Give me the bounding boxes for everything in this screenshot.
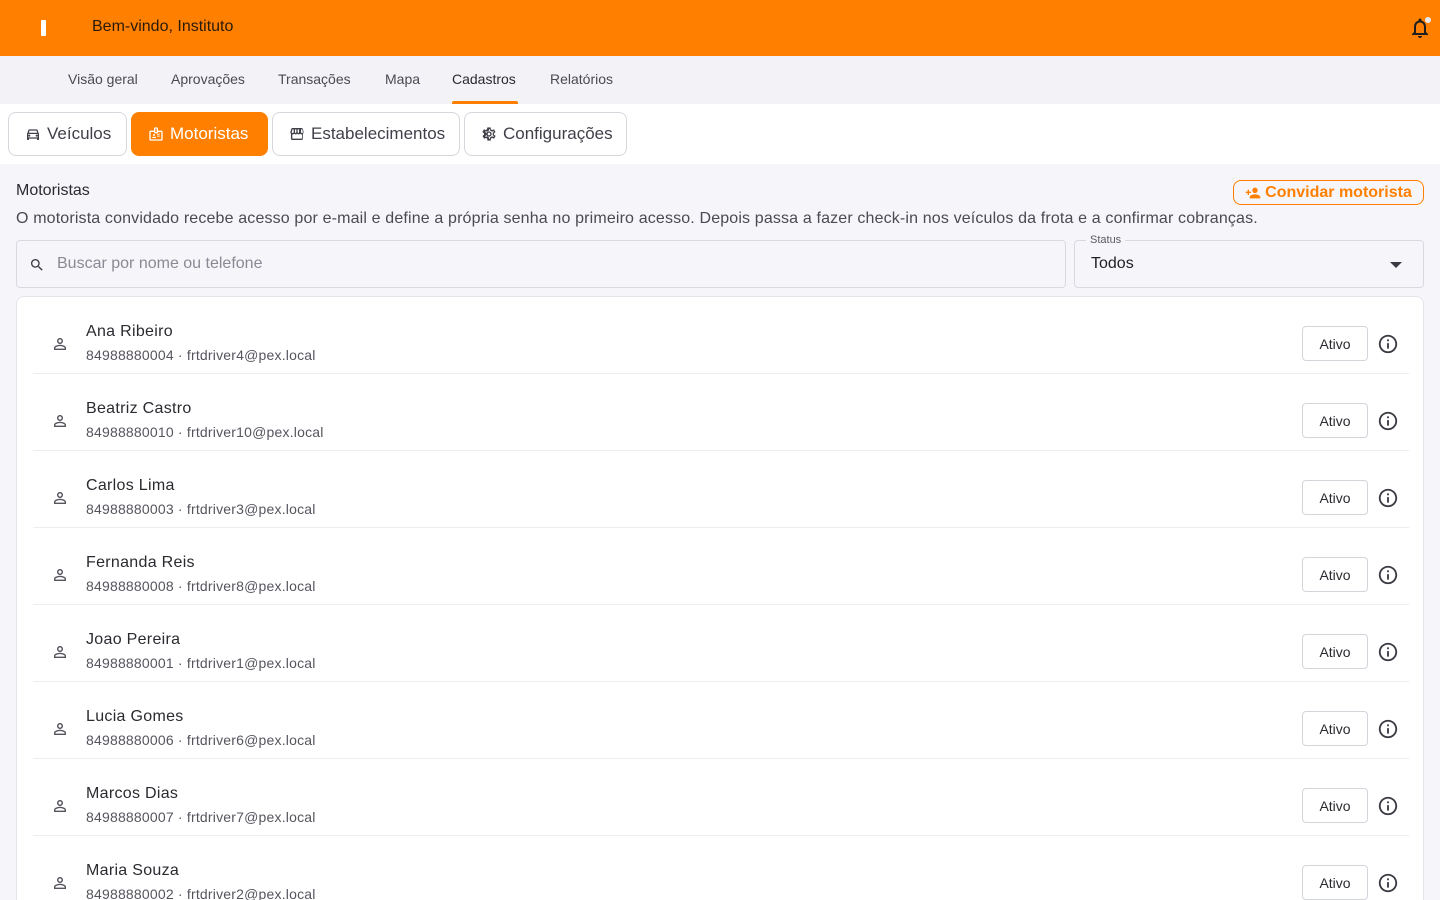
person-add-icon (1245, 187, 1261, 198)
info-icon[interactable] (1377, 487, 1399, 509)
info-icon[interactable] (1377, 641, 1399, 663)
invite-driver-button[interactable]: Convidar motorista (1233, 180, 1424, 205)
driver-row[interactable]: Lucia Gomes 84988880006 · frtdriver6@pex… (33, 682, 1409, 759)
person-icon (54, 415, 66, 427)
driver-status-button[interactable]: Ativo (1302, 711, 1368, 746)
driver-status-button[interactable]: Ativo (1302, 557, 1368, 592)
car-icon (27, 129, 39, 140)
person-icon (54, 646, 66, 658)
nav-item-cadastros[interactable]: Cadastros (452, 71, 516, 87)
person-icon (54, 492, 66, 504)
welcome-text: Bem-vindo, Instituto (92, 18, 234, 35)
status-filter-select[interactable]: Status Todos (1074, 234, 1424, 288)
info-icon[interactable] (1377, 718, 1399, 740)
driver-contact: 84988880010 · frtdriver10@pex.local (86, 424, 324, 440)
status-filter-label: Status (1086, 234, 1126, 246)
driver-contact: 84988880001 · frtdriver1@pex.local (86, 655, 316, 671)
nav-item-mapa[interactable]: Mapa (385, 71, 420, 87)
info-icon[interactable] (1377, 410, 1399, 432)
driver-name: Joao Pereira (86, 631, 181, 648)
tab-configuracoes[interactable]: Configurações (464, 112, 627, 156)
driver-name: Ana Ribeiro (86, 323, 173, 340)
driver-contact: 84988880003 · frtdriver3@pex.local (86, 501, 316, 517)
app-bar: Bem-vindo, Instituto (0, 0, 1440, 56)
info-icon[interactable] (1377, 564, 1399, 586)
driver-contact: 84988880007 · frtdriver7@pex.local (86, 809, 316, 825)
driver-contact: 84988880008 · frtdriver8@pex.local (86, 578, 316, 594)
section-title: Motoristas (16, 182, 90, 199)
person-icon (54, 569, 66, 581)
info-icon[interactable] (1377, 795, 1399, 817)
subtab-bar: Veículos Motoristas Estabelecimentos Con… (0, 104, 1440, 164)
nav-item-visao-geral[interactable]: Visão geral (68, 71, 138, 87)
chevron-down-icon (1390, 262, 1402, 268)
driver-row[interactable]: Beatriz Castro 84988880010 · frtdriver10… (33, 374, 1409, 451)
person-icon (54, 800, 66, 812)
driver-status-button[interactable]: Ativo (1302, 865, 1368, 900)
invite-driver-label: Convidar motorista (1265, 183, 1412, 201)
person-icon (54, 877, 66, 889)
nav-item-aprovacoes[interactable]: Aprovações (171, 71, 245, 87)
status-filter-value: Todos (1091, 255, 1134, 272)
driver-list: Ana Ribeiro 84988880004 · frtdriver4@pex… (16, 296, 1424, 900)
section-description: O motorista convidado recebe acesso por … (16, 210, 1258, 227)
driver-status-button[interactable]: Ativo (1302, 480, 1368, 515)
search-icon (31, 259, 43, 271)
bell-icon[interactable] (1408, 16, 1432, 40)
driver-row[interactable]: Carlos Lima 84988880003 · frtdriver3@pex… (33, 451, 1409, 528)
driver-name: Lucia Gomes (86, 708, 184, 725)
driver-status-button[interactable]: Ativo (1302, 326, 1368, 361)
driver-row[interactable]: Marcos Dias 84988880007 · frtdriver7@pex… (33, 759, 1409, 836)
info-icon[interactable] (1377, 872, 1399, 894)
app-logo (41, 20, 46, 36)
main-nav: Visão geral Aprovações Transações Mapa C… (0, 56, 1440, 104)
tab-motoristas[interactable]: Motoristas (131, 112, 268, 156)
driver-contact: 84988880004 · frtdriver4@pex.local (86, 347, 316, 363)
tab-estabelecimentos[interactable]: Estabelecimentos (272, 112, 460, 156)
nav-item-relatorios[interactable]: Relatórios (550, 71, 613, 87)
person-icon (54, 338, 66, 350)
driver-contact: 84988880006 · frtdriver6@pex.local (86, 732, 316, 748)
driver-row[interactable]: Fernanda Reis 84988880008 · frtdriver8@p… (33, 528, 1409, 605)
driver-badge-icon (149, 127, 163, 141)
driver-row[interactable]: Ana Ribeiro 84988880004 · frtdriver4@pex… (33, 297, 1409, 374)
driver-contact: 84988880002 · frtdriver2@pex.local (86, 886, 316, 900)
info-icon[interactable] (1377, 333, 1399, 355)
notification-dot (1424, 16, 1432, 24)
search-field (16, 240, 1066, 288)
gear-icon (482, 127, 496, 141)
tab-label: Veículos (47, 124, 112, 143)
tab-label: Configurações (503, 124, 613, 143)
driver-row[interactable]: Joao Pereira 84988880001 · frtdriver1@pe… (33, 605, 1409, 682)
driver-status-button[interactable]: Ativo (1302, 634, 1368, 669)
driver-name: Marcos Dias (86, 785, 179, 802)
driver-name: Carlos Lima (86, 477, 175, 494)
driver-name: Maria Souza (86, 862, 180, 879)
driver-status-button[interactable]: Ativo (1302, 788, 1368, 823)
driver-name: Beatriz Castro (86, 400, 192, 417)
tab-label: Estabelecimentos (311, 124, 446, 143)
tab-veiculos[interactable]: Veículos (8, 112, 127, 156)
driver-row[interactable]: Maria Souza 84988880002 · frtdriver2@pex… (33, 836, 1409, 900)
search-input[interactable] (57, 241, 1057, 287)
tab-label: Motoristas (170, 124, 249, 143)
store-icon (290, 128, 304, 140)
nav-item-transacoes[interactable]: Transações (278, 71, 351, 87)
driver-name: Fernanda Reis (86, 554, 195, 571)
person-icon (54, 723, 66, 735)
driver-status-button[interactable]: Ativo (1302, 403, 1368, 438)
